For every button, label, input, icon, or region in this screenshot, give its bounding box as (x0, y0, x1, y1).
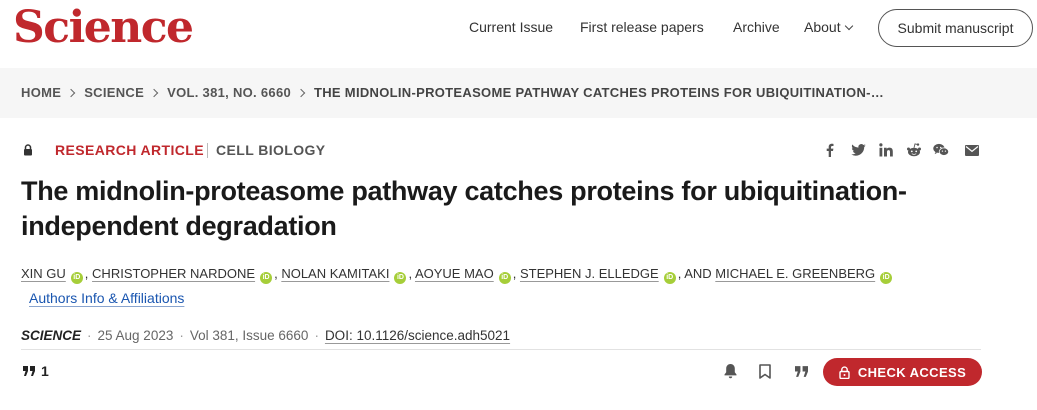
article-type-label[interactable]: RESEARCH ARTICLE (55, 142, 204, 158)
separator-dot: · (179, 328, 184, 343)
author-name[interactable]: XIN GU (21, 266, 66, 281)
doi-link[interactable]: DOI: 10.1126/science.adh5021 (325, 328, 510, 343)
citation-count-value: 1 (41, 363, 49, 379)
orcid-icon[interactable]: iD (260, 272, 273, 284)
breadcrumb-volume[interactable]: VOL. 381, NO. 6660 (167, 85, 291, 100)
lock-icon (839, 365, 850, 379)
citation-line: SCIENCE · 25 Aug 2023 · Vol 381, Issue 6660 ·… (21, 328, 510, 343)
chevron-right-icon (296, 88, 306, 98)
orcid-icon[interactable]: iD (70, 272, 83, 284)
nav-current-issue[interactable]: Current Issue (469, 19, 553, 35)
facebook-icon[interactable] (821, 142, 837, 158)
reddit-icon[interactable] (906, 142, 922, 158)
submit-manuscript-button[interactable]: Submit manuscript (878, 9, 1033, 47)
separator-dot: · (314, 328, 319, 343)
nav-about-label: About (804, 19, 841, 35)
chevron-right-icon (149, 88, 159, 98)
author-name[interactable]: AOYUE MAO (415, 266, 494, 281)
nav-about[interactable]: About (804, 19, 853, 35)
chevron-right-icon (66, 88, 76, 98)
breadcrumb-current: THE MIDNOLIN-PROTEASOME PATHWAY CATCHES … (314, 85, 885, 100)
lock-icon (24, 144, 32, 156)
author-name[interactable]: NOLAN KAMITAKI (281, 266, 389, 281)
breadcrumb: HOME SCIENCE VOL. 381, NO. 6660 THE MIDNOLI… (21, 85, 884, 100)
breadcrumb-bar: HOME SCIENCE VOL. 381, NO. 6660 THE MIDNOLI… (0, 68, 1037, 118)
author-name[interactable]: STEPHEN J. ELLEDGE (520, 266, 659, 281)
divider (21, 349, 981, 350)
science-logo[interactable]: Science (13, 2, 194, 53)
breadcrumb-science[interactable]: SCIENCE (84, 85, 144, 100)
nav-first-release-papers[interactable]: First release papers (580, 19, 704, 35)
author-list: XIN GU iD, CHRISTOPHER NARDONE iD, NOLAN K… (21, 266, 894, 284)
subject-label[interactable]: CELL BIOLOGY (216, 142, 326, 158)
wechat-icon[interactable] (933, 142, 949, 158)
check-access-label: CHECK ACCESS (857, 364, 967, 380)
bookmark-icon[interactable] (756, 362, 774, 380)
author-name[interactable]: MICHAEL E. GREENBERG (715, 266, 875, 281)
separator-dot: · (87, 328, 92, 343)
cite-icon[interactable] (792, 362, 810, 380)
linkedin-icon[interactable] (878, 142, 894, 158)
orcid-icon[interactable]: iD (663, 272, 676, 284)
orcid-icon[interactable]: iD (394, 272, 407, 284)
orcid-icon[interactable]: iD (880, 272, 893, 284)
publication-date: 25 Aug 2023 (97, 328, 174, 343)
breadcrumb-home[interactable]: HOME (21, 85, 61, 100)
citation-count[interactable]: 1 (23, 363, 49, 379)
article-title: The midnolin-proteasome pathway catches … (21, 176, 907, 241)
journal-name: SCIENCE (21, 328, 82, 343)
site-header: Science Current Issue First release pape… (0, 0, 1037, 68)
twitter-icon[interactable] (850, 142, 866, 158)
email-icon[interactable] (964, 142, 980, 158)
quote-icon (23, 366, 35, 376)
nav-archive[interactable]: Archive (733, 19, 780, 35)
chevron-down-icon (844, 21, 853, 31)
volume-issue[interactable]: Vol 381, Issue 6660 (190, 328, 309, 343)
orcid-icon[interactable]: iD (498, 272, 511, 284)
divider (207, 143, 208, 158)
check-access-button[interactable]: CHECK ACCESS (823, 358, 982, 386)
authors-info-affiliations-link[interactable]: Authors Info & Affiliations (29, 290, 184, 306)
author-name[interactable]: CHRISTOPHER NARDONE (92, 266, 255, 281)
bell-icon[interactable] (721, 362, 739, 380)
